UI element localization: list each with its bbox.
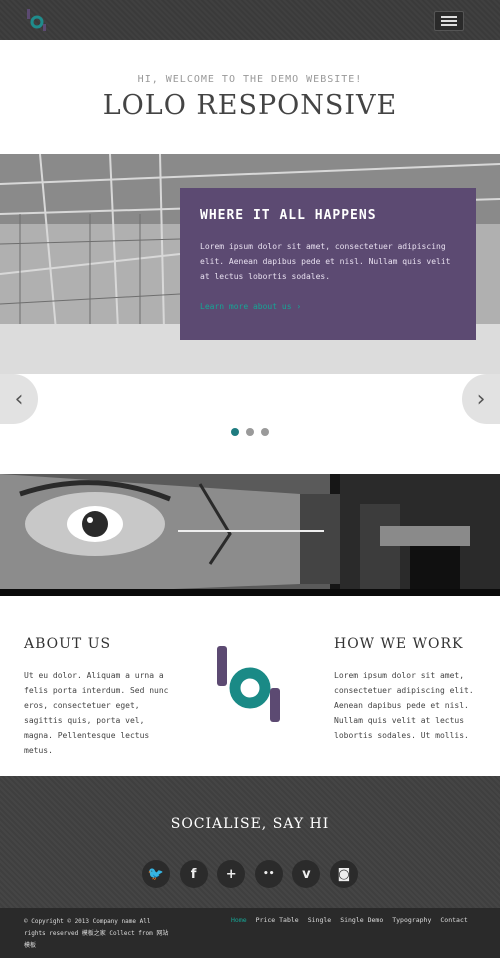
- slider-dot[interactable]: [231, 428, 239, 436]
- hero-subtitle: HI, WELCOME TO THE DEMO WEBSITE!: [137, 74, 363, 85]
- twitter-icon[interactable]: 🐦: [142, 860, 170, 888]
- footer-nav-single-demo[interactable]: Single Demo: [340, 916, 383, 924]
- footer: © Copyright © 2013 Company name All righ…: [0, 908, 500, 958]
- top-bar: [0, 0, 500, 40]
- footer-nav-single[interactable]: Single: [308, 916, 331, 924]
- lo-logo-icon[interactable]: [26, 8, 48, 32]
- social-section: SOCIALISE, SAY HI 🐦 f + •• v ◙: [0, 776, 500, 908]
- banner-photo: [0, 474, 500, 596]
- how-we-work-title: HOW WE WORK: [334, 636, 464, 652]
- footer-nav-price-table[interactable]: Price Table: [256, 916, 299, 924]
- hamburger-menu-icon[interactable]: [434, 11, 464, 31]
- vimeo-icon[interactable]: v: [292, 860, 321, 888]
- banner-divider: [178, 530, 324, 532]
- chevron-left-icon: ‹: [14, 386, 24, 412]
- social-icons: 🐦 f + •• v ◙: [142, 860, 358, 890]
- footer-nav: Home Price Table Single Single Demo Typo…: [231, 916, 468, 924]
- slide-title: WHERE IT ALL HAPPENS: [200, 208, 377, 223]
- about-text: Ut eu dolor. Aliquam a urna a felis port…: [24, 671, 169, 755]
- slider-dot[interactable]: [261, 428, 269, 436]
- slider-prev-button[interactable]: ‹: [0, 374, 38, 424]
- how-we-work-text: Lorem ipsum dolor sit amet, consectetuer…: [334, 671, 474, 740]
- hero-title: LOLO RESPONSIVE: [102, 90, 398, 121]
- footer-nav-typography[interactable]: Typography: [392, 916, 431, 924]
- banner-image: [0, 474, 500, 596]
- chevron-right-icon: ›: [476, 386, 486, 412]
- about-title: ABOUT US: [24, 636, 112, 652]
- lo-logo-large-icon: [217, 646, 280, 722]
- instagram-icon[interactable]: ◙: [329, 860, 358, 888]
- slider-pagination: [0, 428, 500, 438]
- footer-nav-contact[interactable]: Contact: [440, 916, 467, 924]
- hero-heading: HI, WELCOME TO THE DEMO WEBSITE! LOLO RE…: [0, 40, 500, 154]
- flickr-icon[interactable]: ••: [254, 860, 283, 888]
- footer-nav-home[interactable]: Home: [231, 916, 247, 924]
- hero-slider: WHERE IT ALL HAPPENS Lorem ipsum dolor s…: [0, 154, 500, 374]
- google-plus-icon[interactable]: +: [217, 860, 246, 888]
- copyright-text: © Copyright © 2013 Company name All righ…: [24, 918, 169, 949]
- slider-next-button[interactable]: ›: [462, 374, 500, 424]
- facebook-icon[interactable]: f: [179, 860, 208, 888]
- slider-dot[interactable]: [246, 428, 254, 436]
- learn-more-link[interactable]: Learn more about us ›: [200, 302, 456, 311]
- social-title: SOCIALISE, SAY HI: [170, 816, 330, 832]
- slide-text: Lorem ipsum dolor sit amet, consectetuer…: [200, 242, 451, 281]
- slide-caption-card: WHERE IT ALL HAPPENS Lorem ipsum dolor s…: [180, 188, 476, 340]
